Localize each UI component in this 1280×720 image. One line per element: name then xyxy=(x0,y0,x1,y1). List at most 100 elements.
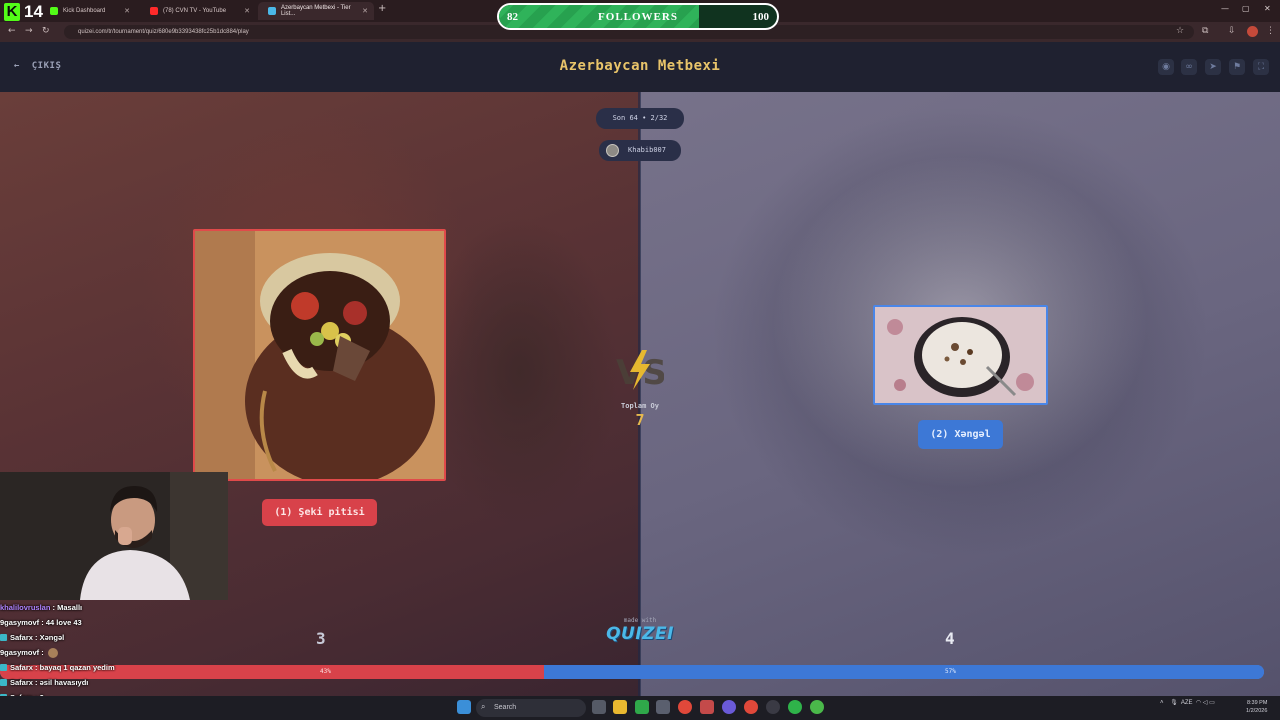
chrome-active-icon[interactable] xyxy=(744,700,758,714)
creator-avatar xyxy=(606,144,619,157)
center-divider xyxy=(638,92,641,696)
battery-icon[interactable]: ▭ xyxy=(1209,700,1215,706)
start-icon[interactable] xyxy=(457,700,471,714)
chat-badge-icon xyxy=(0,664,7,671)
chat-separator: : xyxy=(32,663,40,672)
chat-separator: : xyxy=(39,618,46,627)
maximize-icon[interactable]: ▢ xyxy=(1242,4,1250,13)
chat-message: Safarx : bayaq 1 qazan yedim xyxy=(0,660,240,675)
tab-youtube[interactable]: (78) CVN TV - YouTube ✕ xyxy=(140,2,256,20)
chat-text: Masallı xyxy=(57,603,83,612)
discord-icon[interactable] xyxy=(722,700,736,714)
chat-username[interactable]: Safarx xyxy=(10,675,33,690)
chat-username[interactable]: khalilovruslan xyxy=(0,600,50,615)
new-tab-plus-icon[interactable]: + xyxy=(378,3,386,14)
app-green-icon[interactable] xyxy=(635,700,649,714)
kick-brand: K 14 xyxy=(4,2,43,22)
quizei-logo[interactable]: QUIZEI xyxy=(590,624,690,644)
taskbar-search-input[interactable]: Search xyxy=(476,699,586,717)
taskbar-clock[interactable]: 8:39 PM 1/2/2026 xyxy=(1246,699,1267,715)
youtube-favicon-icon xyxy=(150,7,158,15)
link-icon[interactable]: ∞ xyxy=(1181,59,1197,75)
left-choice-image[interactable] xyxy=(193,229,446,481)
chat-separator: : xyxy=(32,678,40,687)
bookmark-star-icon[interactable]: ☆ xyxy=(1176,26,1184,36)
chat-separator: : xyxy=(32,633,40,642)
right-share-fill xyxy=(543,665,1264,679)
right-choice-button[interactable]: (2) Xəngəl xyxy=(918,420,1003,449)
quizei-favicon-icon xyxy=(268,7,276,15)
minimize-icon[interactable]: — xyxy=(1221,4,1229,13)
wifi-icon[interactable]: ◠ xyxy=(1196,700,1201,706)
chat-message: khalilovruslan : Masallı xyxy=(0,600,240,615)
system-tray[interactable]: ˄ 🎙 AZE ◠ ◁ ▭ xyxy=(1160,699,1215,706)
extensions-icon[interactable]: ⧉ xyxy=(1202,26,1208,36)
brand-number: 14 xyxy=(24,2,43,21)
eye-icon[interactable]: ◉ xyxy=(1158,59,1174,75)
tab-kick-dashboard[interactable]: Kick Dashboard ✕ xyxy=(40,2,136,20)
chat-username[interactable]: Safarx xyxy=(10,630,33,645)
chat-username[interactable]: 9gasymovf xyxy=(0,645,39,660)
followers-label: FOLLOWERS xyxy=(598,11,678,23)
right-vote-count: 4 xyxy=(945,629,955,648)
tab-close-icon[interactable]: ✕ xyxy=(124,7,130,15)
chat-message: 9gasymovf : 44 love 43 xyxy=(0,615,240,630)
chat-username[interactable]: Safarx xyxy=(10,660,33,675)
search-icon: ⌕ xyxy=(481,702,486,711)
obs-icon[interactable] xyxy=(766,700,780,714)
tab-close-icon[interactable]: ✕ xyxy=(244,7,250,15)
round-indicator: Son 64 • 2/32 xyxy=(596,108,684,129)
kick-favicon-icon xyxy=(50,7,58,15)
app-extra-icon[interactable] xyxy=(810,700,824,714)
left-percent: 43% xyxy=(320,668,331,675)
download-icon[interactable]: ⇩ xyxy=(1228,26,1236,36)
chat-badge-icon xyxy=(0,679,7,686)
left-choice-button[interactable]: (1) Şeki pitisi xyxy=(262,499,377,526)
app-red-icon[interactable] xyxy=(700,700,714,714)
chat-text: 44 love 43 xyxy=(45,618,82,627)
clock-time: 8:39 PM xyxy=(1246,700,1268,706)
xengel-plate-image xyxy=(875,307,1046,403)
chat-text: bayaq 1 qazan yedim xyxy=(39,663,115,672)
chat-message: Safarx : əsil havasıydı xyxy=(0,675,240,690)
chat-message: 9gasymovf : xyxy=(0,645,240,660)
total-votes-value: 7 xyxy=(635,411,645,429)
chat-username[interactable]: 9gasymovf xyxy=(0,615,39,630)
volume-icon[interactable]: ◁ xyxy=(1203,700,1208,706)
app-store-icon[interactable] xyxy=(656,700,670,714)
profile-avatar[interactable] xyxy=(1247,26,1258,37)
flag-icon[interactable]: ⚑ xyxy=(1229,59,1245,75)
right-choice-image[interactable] xyxy=(873,305,1048,405)
mic-icon[interactable]: 🎙 xyxy=(1170,700,1178,706)
tray-chevron-icon[interactable]: ˄ xyxy=(1160,700,1164,706)
spotify-icon[interactable] xyxy=(788,700,802,714)
language-indicator[interactable]: AZE xyxy=(1181,700,1193,706)
streamer-figure xyxy=(0,472,228,600)
reload-icon[interactable]: ↻ xyxy=(42,26,50,36)
close-window-icon[interactable]: ✕ xyxy=(1264,4,1271,13)
file-explorer-icon[interactable] xyxy=(613,700,627,714)
chat-separator: : xyxy=(39,648,46,657)
page-title: Azerbaycan Metbexi xyxy=(559,58,721,74)
send-icon[interactable]: ➤ xyxy=(1205,59,1221,75)
chat-emote-icon xyxy=(47,647,58,658)
followers-goal: 100 xyxy=(752,11,770,23)
tab-close-icon[interactable]: ✕ xyxy=(362,7,368,15)
forward-icon[interactable]: → xyxy=(25,26,33,36)
tab-title: Azerbaycan Metbexi - Tier List... xyxy=(280,5,351,17)
menu-kebab-icon[interactable]: ⋮ xyxy=(1266,26,1275,36)
chat-badge-icon xyxy=(0,634,7,641)
tab-quizei[interactable]: Azerbaycan Metbexi - Tier List... ✕ xyxy=(258,2,374,20)
total-votes-label: Toplam Oy xyxy=(621,402,659,410)
tab-title: Kick Dashboard xyxy=(63,8,106,14)
kick-logo-icon: K xyxy=(4,3,20,21)
tab-title: (78) CVN TV - YouTube xyxy=(163,8,227,14)
chrome-icon[interactable] xyxy=(678,700,692,714)
chat-text: Xəngəl xyxy=(39,633,65,642)
right-percent: 57% xyxy=(945,668,956,675)
back-icon[interactable]: ← xyxy=(8,26,16,36)
followers-goal-bar: 82 FOLLOWERS 100 xyxy=(497,3,779,30)
left-vote-count: 3 xyxy=(316,629,326,648)
fullscreen-icon[interactable]: ⛶ xyxy=(1253,59,1269,75)
task-view-icon[interactable] xyxy=(592,700,606,714)
